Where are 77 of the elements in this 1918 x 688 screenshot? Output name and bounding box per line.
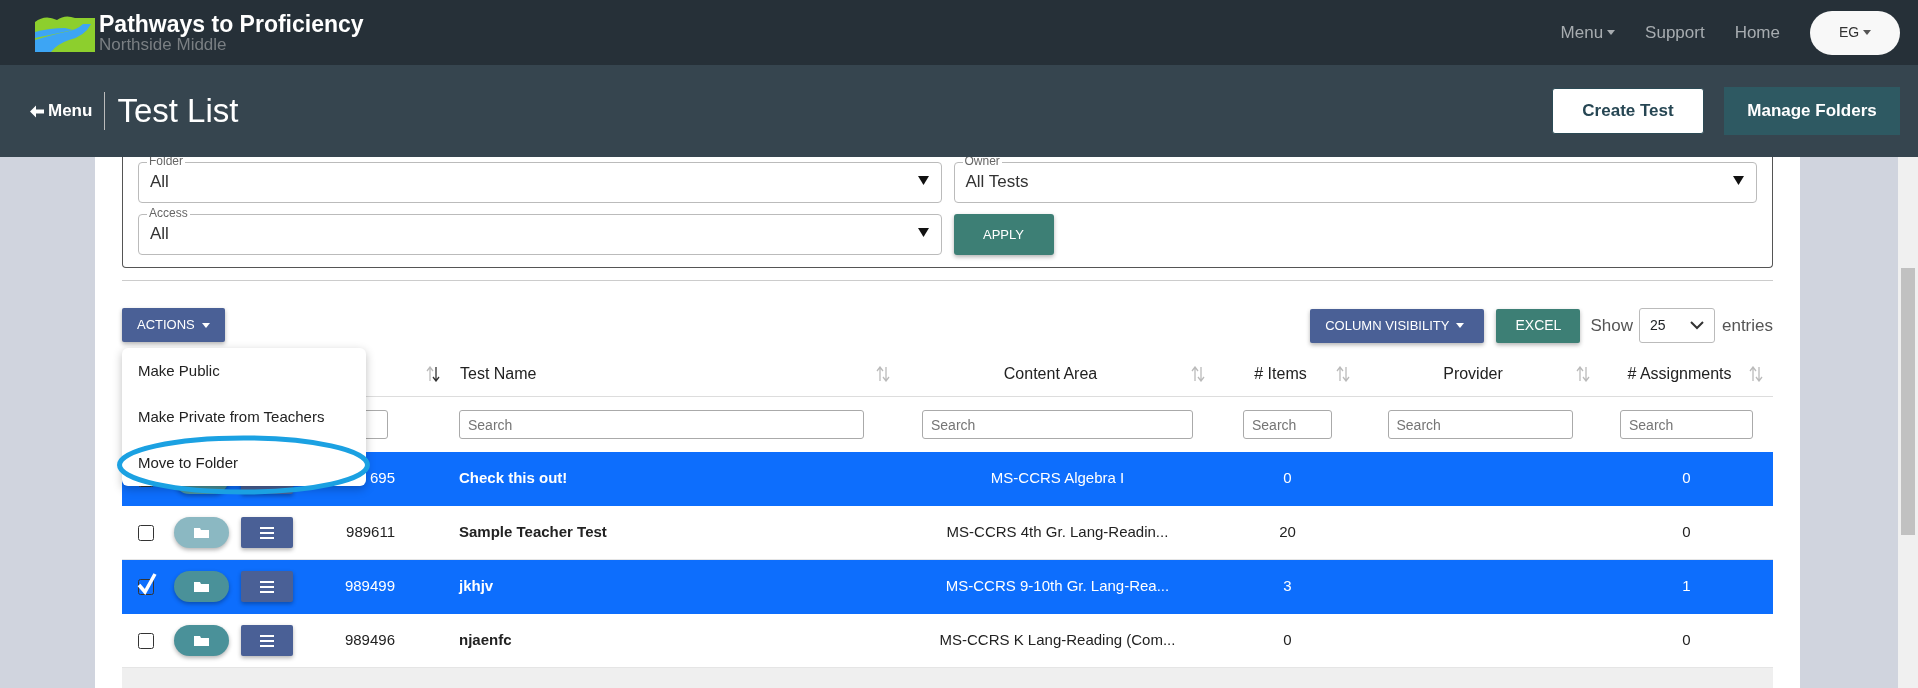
content-area: MS-CCRS Algebra I xyxy=(990,467,1125,490)
test-id: 989499 xyxy=(344,576,395,597)
test-id: 989496 xyxy=(344,630,395,651)
table-row[interactable]: 989499 jkhjv MS-CCRS 9-10th Gr. Lang-Rea... 3 1 xyxy=(122,560,1773,614)
field-label: Owner xyxy=(962,157,1002,167)
item-count: 3 xyxy=(1283,576,1292,597)
test-id: 989611 xyxy=(346,522,395,543)
page-title: Test List xyxy=(117,91,239,132)
create-test-button[interactable]: Create Test xyxy=(1552,88,1704,134)
test-name: jkhjv xyxy=(459,576,494,597)
user-menu-button[interactable]: EG xyxy=(1810,10,1900,55)
folder-button[interactable] xyxy=(174,571,229,602)
row-menu-button[interactable] xyxy=(240,571,293,602)
nav-link[interactable]: Home xyxy=(1734,19,1780,46)
menu-icon xyxy=(259,527,274,540)
column-header[interactable]: # Items xyxy=(1254,362,1307,386)
test-name: njaenfc xyxy=(459,630,512,651)
page-size-select[interactable]: 25 xyxy=(1638,308,1715,343)
caret-icon xyxy=(1863,30,1872,35)
caret-icon xyxy=(917,176,929,185)
column-header[interactable]: Provider xyxy=(1443,362,1503,386)
show-label: Show xyxy=(1590,314,1633,337)
dropdown-item[interactable]: Make Private from Teachers xyxy=(122,394,366,440)
chevron-down-icon xyxy=(1689,321,1704,330)
column-visibility-button[interactable]: COLUMN VISIBILITY xyxy=(1310,308,1485,343)
folder-icon xyxy=(193,635,210,648)
test-name: Sample Teacher Test xyxy=(459,522,607,543)
dropdown-item[interactable]: Make Public xyxy=(122,348,366,394)
folder-button[interactable] xyxy=(174,625,229,656)
excel-button[interactable]: EXCEL xyxy=(1496,308,1581,343)
column-header[interactable]: Content Area xyxy=(1003,362,1098,386)
menu-icon xyxy=(259,581,274,594)
nav-link[interactable]: Support xyxy=(1645,19,1705,46)
school-name: Northside Middle xyxy=(99,35,228,54)
item-count: 20 xyxy=(1279,522,1296,543)
field-label: Folder xyxy=(147,157,185,167)
entries-label: entries xyxy=(1721,314,1773,337)
item-count: 0 xyxy=(1283,468,1292,489)
caret-icon xyxy=(1456,323,1465,328)
apply-button[interactable]: APPLY xyxy=(953,214,1054,255)
back-link[interactable]: Menu xyxy=(30,92,106,130)
field-label: Access xyxy=(147,207,190,219)
sort-icon[interactable] xyxy=(426,366,440,382)
test-id: 695 xyxy=(369,468,395,489)
row-menu-button[interactable] xyxy=(240,517,293,548)
folder-icon xyxy=(193,581,210,594)
row-checkbox[interactable] xyxy=(137,572,157,595)
menu-icon xyxy=(259,635,274,648)
assignment-count: 0 xyxy=(1682,630,1691,651)
actions-button[interactable]: ACTIONS xyxy=(122,308,225,342)
item-count: 0 xyxy=(1283,630,1292,651)
app-title: Pathways to Proficiency xyxy=(99,11,364,36)
search-field[interactable]: Search xyxy=(1243,410,1332,439)
logo-icon xyxy=(35,13,95,52)
search-field[interactable]: Search xyxy=(922,410,1193,439)
arrow-left-icon xyxy=(30,104,44,118)
caret-icon xyxy=(1733,176,1744,185)
test-name: Check this out! xyxy=(459,468,568,489)
row-menu-button[interactable] xyxy=(240,625,293,656)
content-area: MS-CCRS 9-10th Gr. Lang-Rea... xyxy=(945,575,1170,598)
menu-dropdown[interactable]: Menu xyxy=(1560,19,1616,46)
assignment-count: 0 xyxy=(1682,522,1691,543)
search-field[interactable]: Search xyxy=(1620,410,1753,439)
caret-icon xyxy=(201,322,210,328)
search-field[interactable]: Search xyxy=(459,410,864,439)
assignment-count: 1 xyxy=(1682,576,1691,597)
column-header[interactable]: Test Name xyxy=(460,362,537,386)
scrollbar-thumb[interactable] xyxy=(1901,268,1915,535)
caret-icon xyxy=(1607,30,1616,35)
column-header[interactable]: # Assignments xyxy=(1627,362,1732,386)
caret-icon xyxy=(917,228,929,237)
manage-folders-button[interactable]: Manage Folders xyxy=(1724,87,1900,135)
content-area: MS-CCRS 4th Gr. Lang-Readin... xyxy=(946,521,1169,544)
content-area: MS-CCRS K Lang-Reading (Com... xyxy=(939,629,1176,652)
assignment-count: 0 xyxy=(1682,468,1691,489)
search-field[interactable]: Search xyxy=(1387,410,1573,439)
folder-icon xyxy=(193,527,210,540)
